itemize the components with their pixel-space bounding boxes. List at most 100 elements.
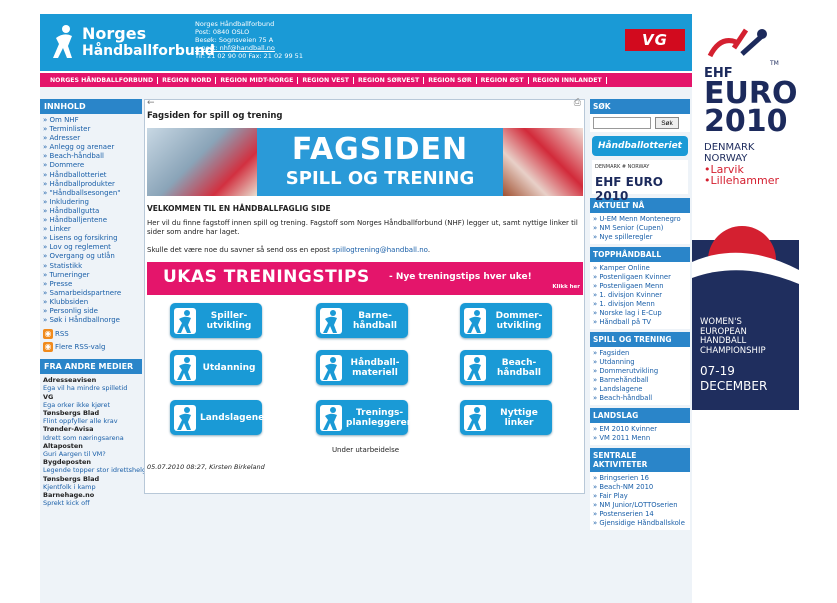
media-headline-link[interactable]: Flint oppfyller alle krav bbox=[43, 417, 139, 425]
sentrale-links: Bringserien 16Beach-NM 2010Fair PlayNM J… bbox=[590, 472, 690, 530]
innhold-link[interactable]: Linker bbox=[43, 225, 139, 234]
rss-link[interactable]: ◉ RSS bbox=[40, 327, 142, 340]
innhold-link[interactable]: Turneringer bbox=[43, 271, 139, 280]
topp-link[interactable]: Postenligaen Menn bbox=[593, 282, 687, 291]
innhold-link[interactable]: Inkludering bbox=[43, 198, 139, 207]
ehf-euro-2010-ad[interactable]: TM EHF EURO 2010 DENMARK NORWAY •Larvik … bbox=[692, 0, 837, 603]
innhold-link[interactable]: Klubbsiden bbox=[43, 298, 139, 307]
ehf-euro-small-banner[interactable]: DENMARK # NORWAY EHF EURO 2010 bbox=[592, 160, 688, 203]
contact-email-link[interactable]: spillogtrening@handball.no bbox=[332, 246, 428, 254]
nav-item-sorvest[interactable]: REGION SØRVEST bbox=[354, 76, 425, 84]
fagsiden-banner: FAGSIDEN SPILL OG TRENING bbox=[147, 128, 583, 196]
nav-item-sor[interactable]: REGION SØR bbox=[424, 76, 477, 84]
handballotteriet-logo[interactable]: Håndballotteriet bbox=[592, 136, 688, 156]
nav-item-innlandet[interactable]: REGION INNLANDET bbox=[529, 76, 607, 84]
nav-item-midt-norge[interactable]: REGION MIDT-NORGE bbox=[216, 76, 299, 84]
topp-link[interactable]: Norske lag i E-Cup bbox=[593, 309, 687, 318]
media-headline-link[interactable]: Ega orker ikke kjøret bbox=[43, 401, 139, 409]
topic-tile[interactable]: Landslagene bbox=[170, 400, 264, 435]
innhold-link[interactable]: Samarbeidspartnere bbox=[43, 289, 139, 298]
innhold-link[interactable]: Håndballjentene bbox=[43, 216, 139, 225]
aktuelt-link[interactable]: U-EM Menn Montenegro bbox=[593, 215, 687, 224]
media-headline-link[interactable]: Legende topper stor idrettshelg bbox=[43, 466, 146, 474]
innhold-link[interactable]: Håndballgutta bbox=[43, 207, 139, 216]
landslag-link[interactable]: VM 2011 Menn bbox=[593, 434, 687, 443]
media-headline-link[interactable]: Sprekt kick off bbox=[43, 499, 139, 507]
innhold-link[interactable]: Håndballotteriet bbox=[43, 171, 139, 180]
spill-link[interactable]: Dommerutvikling bbox=[593, 367, 687, 376]
topp-link[interactable]: Postenligaen Kvinner bbox=[593, 273, 687, 282]
innhold-link[interactable]: Lisens og forsikring bbox=[43, 234, 139, 243]
nav-item-vest[interactable]: REGION VEST bbox=[298, 76, 355, 84]
ad-hosts: DENMARK NORWAY bbox=[704, 142, 754, 164]
topp-link[interactable]: 1. divisjon Menn bbox=[593, 300, 687, 309]
spill-link[interactable]: Barnehåndball bbox=[593, 376, 687, 385]
sentrale-link[interactable]: Beach-NM 2010 bbox=[593, 483, 687, 492]
topic-tile[interactable]: Nyttige linker bbox=[460, 400, 552, 435]
spill-link[interactable]: Landslagene bbox=[593, 385, 687, 394]
innhold-link[interactable]: Håndballprodukter bbox=[43, 180, 139, 189]
ad-dates-days: 07-19 bbox=[700, 364, 735, 378]
rss-more-link[interactable]: ◉ Flere RSS-valg bbox=[40, 340, 142, 353]
media-headline-link[interactable]: Kjentfolk i kamp bbox=[43, 483, 139, 491]
aktuelt-link[interactable]: Nye spilleregler bbox=[593, 233, 687, 242]
innhold-link[interactable]: Om NHF bbox=[43, 116, 139, 125]
innhold-link[interactable]: Presse bbox=[43, 280, 139, 289]
topic-tile[interactable]: Beach- håndball bbox=[460, 350, 552, 385]
innhold-link[interactable]: Terminlister bbox=[43, 125, 139, 134]
topp-link[interactable]: 1. divisjon Kvinner bbox=[593, 291, 687, 300]
topic-tile[interactable]: Utdanning bbox=[170, 350, 262, 385]
ukas-treningstips-banner[interactable]: UKAS TRENINGSTIPS - Nye treningstips hve… bbox=[147, 262, 583, 295]
spill-link[interactable]: Beach-håndball bbox=[593, 394, 687, 403]
spill-link[interactable]: Fagsiden bbox=[593, 349, 687, 358]
site-header: Norges Håndballforbund Norges Håndballfo… bbox=[40, 14, 692, 71]
media-headline-link[interactable]: Idrett som næringsarena bbox=[43, 434, 139, 442]
ukas-click-link[interactable]: Klikk her bbox=[552, 284, 580, 290]
innhold-link[interactable]: Anlegg og arenaer bbox=[43, 143, 139, 152]
topp-link[interactable]: Håndball på TV bbox=[593, 318, 687, 327]
nav-item-nord[interactable]: REGION NORD bbox=[158, 76, 217, 84]
sentrale-link[interactable]: Bringserien 16 bbox=[593, 474, 687, 483]
topic-tile[interactable]: Trenings- planleggeren bbox=[316, 400, 413, 435]
innhold-link[interactable]: Statistikk bbox=[43, 262, 139, 271]
topic-tile[interactable]: Spiller- utvikling bbox=[170, 303, 262, 338]
sentrale-link[interactable]: NM Junior/LOTTOserien bbox=[593, 501, 687, 510]
topic-tile[interactable]: Dommer- utvikling bbox=[460, 303, 552, 338]
nhf-logo[interactable]: Norges Håndballforbund bbox=[46, 18, 215, 66]
innhold-link[interactable]: Adresser bbox=[43, 134, 139, 143]
landslag-link[interactable]: EM 2010 Kvinner bbox=[593, 425, 687, 434]
sentrale-link[interactable]: Gjensidige Håndballskole bbox=[593, 519, 687, 528]
tm-mark: TM bbox=[770, 60, 779, 67]
vg-logo[interactable]: VG bbox=[625, 29, 685, 51]
back-arrow-icon[interactable]: ← bbox=[147, 98, 155, 108]
handball-player-icon bbox=[174, 404, 196, 431]
ehf-logo-icon bbox=[707, 28, 767, 58]
media-headline-link[interactable]: Guri Aargen til VM? bbox=[43, 450, 139, 458]
topic-tile[interactable]: Barne- håndball bbox=[316, 303, 408, 338]
innhold-link[interactable]: "Håndballsesongen" bbox=[43, 189, 139, 198]
innhold-link[interactable]: Beach-håndball bbox=[43, 152, 139, 161]
innhold-links: Om NHFTerminlisterAdresserAnlegg og aren… bbox=[40, 114, 142, 327]
innhold-link[interactable]: Overgang og utlån bbox=[43, 252, 139, 261]
innhold-link[interactable]: Dommere bbox=[43, 161, 139, 170]
media-item: Bygdeposten Legende topper stor idrettshe… bbox=[40, 458, 146, 474]
search-button[interactable]: Søk bbox=[655, 117, 679, 129]
address-email[interactable]: e-post: nhf@handball.no bbox=[195, 44, 303, 52]
media-headline-link[interactable]: Ega vil ha mindre spilletid bbox=[43, 384, 139, 392]
innhold-link[interactable]: Personlig side bbox=[43, 307, 139, 316]
topic-tile[interactable]: Håndball- materiell bbox=[316, 350, 408, 385]
sentrale-link[interactable]: Postenserien 14 bbox=[593, 510, 687, 519]
print-icon[interactable]: ⎙ bbox=[574, 98, 581, 108]
aktuelt-link[interactable]: NM Senior (Cupen) bbox=[593, 224, 687, 233]
nav-item-ost[interactable]: REGION ØST bbox=[477, 76, 529, 84]
rss-label: RSS bbox=[55, 329, 69, 338]
sentrale-link[interactable]: Fair Play bbox=[593, 492, 687, 501]
author-signature: 05.07.2010 08:27, Kirsten Birkeland bbox=[147, 463, 265, 471]
innhold-link[interactable]: Søk i Håndballnorge bbox=[43, 316, 139, 325]
topp-link[interactable]: Kamper Online bbox=[593, 264, 687, 273]
search-input[interactable] bbox=[593, 117, 651, 129]
sentrale-heading: SENTRALE AKTIVITETER bbox=[590, 448, 690, 472]
nav-item-nhf[interactable]: NORGES HÅNDBALLFORBUND bbox=[46, 76, 159, 84]
spill-heading: SPILL OG TRENING bbox=[590, 332, 690, 347]
spill-link[interactable]: Utdanning bbox=[593, 358, 687, 367]
